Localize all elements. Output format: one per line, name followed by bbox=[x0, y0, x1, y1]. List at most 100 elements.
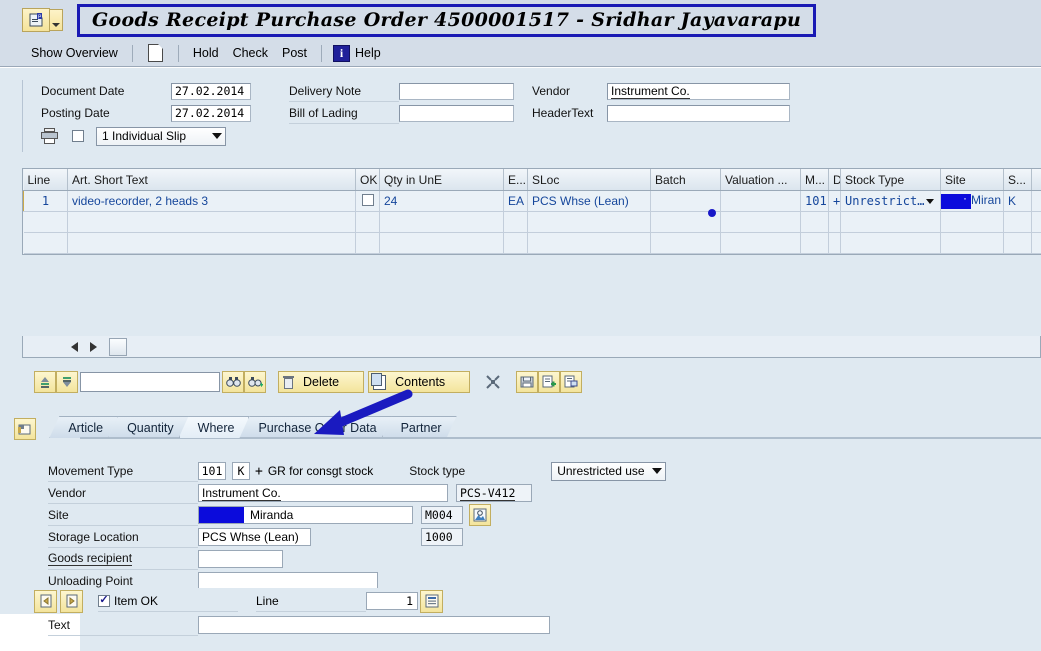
storage-location-field[interactable]: PCS Whse (Lean) bbox=[198, 528, 311, 546]
column-line[interactable]: Line bbox=[24, 169, 68, 191]
printer-icon[interactable] bbox=[41, 128, 58, 144]
row-site[interactable] bbox=[941, 212, 1004, 233]
column-batch[interactable]: Batch bbox=[651, 169, 721, 191]
column-stock-type[interactable]: Stock Type bbox=[841, 169, 941, 191]
nav-scroll-handle[interactable] bbox=[109, 338, 127, 356]
next-item-icon[interactable] bbox=[60, 590, 83, 613]
column-site[interactable]: Site bbox=[941, 169, 1004, 191]
row-s[interactable] bbox=[1004, 212, 1032, 233]
row-valuation[interactable] bbox=[721, 212, 801, 233]
row-short-text[interactable]: video-recorder, 2 heads 3 bbox=[68, 191, 356, 212]
row-ok-checkbox[interactable] bbox=[362, 194, 374, 206]
show-overview-button[interactable]: Show Overview bbox=[24, 44, 125, 62]
row-site[interactable]: Miran ... bbox=[941, 191, 1004, 212]
movement-type-special-field[interactable]: K bbox=[232, 462, 250, 480]
row-mvt[interactable]: 101 bbox=[801, 191, 829, 212]
tab-purchase-order-data[interactable]: Purchase Order Data bbox=[239, 416, 391, 438]
line-details-icon[interactable] bbox=[420, 590, 443, 613]
line-input[interactable]: 1 bbox=[366, 592, 418, 610]
movement-type-field[interactable]: 101 bbox=[198, 462, 226, 480]
column-art-short-text[interactable]: Art. Short Text bbox=[68, 169, 356, 191]
location-picker-icon[interactable] bbox=[469, 504, 491, 526]
column-sloc[interactable]: SLoc bbox=[528, 169, 651, 191]
column-overflow[interactable] bbox=[1032, 169, 1041, 191]
row-qty[interactable] bbox=[380, 212, 504, 233]
row-d[interactable] bbox=[829, 212, 841, 233]
row-stock-type[interactable] bbox=[841, 212, 941, 233]
goods-recipient-field[interactable] bbox=[198, 550, 283, 568]
storage-location-code-field[interactable]: 1000 bbox=[421, 528, 463, 546]
nav-left-icon[interactable] bbox=[71, 342, 78, 352]
save-icon[interactable] bbox=[516, 371, 538, 393]
delivery-note-field[interactable] bbox=[399, 83, 514, 100]
help-button[interactable]: i Help bbox=[329, 43, 388, 64]
text-field[interactable] bbox=[198, 616, 550, 634]
sort-descending-icon[interactable] bbox=[56, 371, 78, 393]
item-ok-checkbox[interactable] bbox=[98, 595, 110, 607]
stock-type-select[interactable]: Unrestricted use bbox=[551, 462, 666, 481]
item-ok-control[interactable]: Item OK bbox=[98, 591, 238, 612]
row-sloc[interactable] bbox=[528, 233, 651, 254]
row-ok-cell[interactable] bbox=[356, 191, 380, 212]
row-ok-cell[interactable] bbox=[356, 212, 380, 233]
hold-button[interactable]: Hold bbox=[186, 44, 226, 62]
row-stock-type[interactable] bbox=[841, 233, 941, 254]
row-overflow[interactable] bbox=[1032, 191, 1041, 212]
column-d[interactable]: D bbox=[829, 169, 841, 191]
column-unit[interactable]: E... bbox=[504, 169, 528, 191]
row-qty[interactable] bbox=[380, 233, 504, 254]
vendor-field[interactable]: Instrument Co. bbox=[607, 83, 790, 100]
nav-right-icon[interactable] bbox=[90, 342, 97, 352]
search-input[interactable] bbox=[80, 372, 220, 392]
details-flag-icon[interactable] bbox=[14, 418, 36, 440]
row-site[interactable] bbox=[941, 233, 1004, 254]
row-line-number[interactable] bbox=[24, 233, 68, 254]
column-ok[interactable]: OK bbox=[356, 169, 380, 191]
row-unit[interactable] bbox=[504, 212, 528, 233]
posting-date-field[interactable]: 27.02.2014 bbox=[171, 105, 251, 122]
row-valuation[interactable] bbox=[721, 233, 801, 254]
detail-site-field[interactable]: Miranda bbox=[198, 506, 413, 524]
row-stock-type[interactable]: Unrestrict… bbox=[841, 191, 941, 212]
row-overflow[interactable] bbox=[1032, 233, 1041, 254]
chevron-down-icon[interactable] bbox=[50, 9, 63, 31]
layout-settings-icon[interactable] bbox=[560, 371, 582, 393]
column-qty-in-une[interactable]: Qty in UnE bbox=[380, 169, 504, 191]
row-d[interactable]: + bbox=[829, 191, 841, 212]
sort-ascending-icon[interactable] bbox=[34, 371, 56, 393]
header-text-field[interactable] bbox=[607, 105, 790, 122]
row-sloc[interactable] bbox=[528, 212, 651, 233]
column-mvt[interactable]: M... bbox=[801, 169, 829, 191]
tab-quantity[interactable]: Quantity bbox=[108, 416, 189, 438]
tab-where[interactable]: Where bbox=[179, 416, 250, 438]
row-unit[interactable]: EA bbox=[504, 191, 528, 212]
expand-collapse-icon[interactable] bbox=[482, 371, 504, 393]
delete-button[interactable]: Delete bbox=[278, 371, 364, 393]
table-row[interactable] bbox=[24, 233, 1041, 254]
row-d[interactable] bbox=[829, 233, 841, 254]
find-icon[interactable] bbox=[222, 371, 244, 393]
row-valuation[interactable] bbox=[721, 191, 801, 212]
row-s[interactable]: K bbox=[1004, 191, 1032, 212]
sap-document-icon[interactable]: P bbox=[22, 8, 50, 32]
bill-of-lading-field[interactable] bbox=[399, 105, 514, 122]
document-date-field[interactable]: 27.02.2014 bbox=[171, 83, 251, 100]
row-sloc[interactable]: PCS Whse (Lean) bbox=[528, 191, 651, 212]
row-ok-cell[interactable] bbox=[356, 233, 380, 254]
print-slip-select[interactable]: 1 Individual Slip bbox=[96, 127, 226, 146]
tab-partner[interactable]: Partner bbox=[382, 416, 457, 438]
row-s[interactable] bbox=[1004, 233, 1032, 254]
check-button[interactable]: Check bbox=[226, 44, 275, 62]
site-code-field[interactable]: M004 bbox=[421, 506, 463, 524]
print-checkbox[interactable] bbox=[72, 130, 84, 142]
row-overflow[interactable] bbox=[1032, 212, 1041, 233]
post-button[interactable]: Post bbox=[275, 44, 314, 62]
row-qty[interactable]: 24 bbox=[380, 191, 504, 212]
row-short-text[interactable] bbox=[68, 233, 356, 254]
find-next-icon[interactable] bbox=[244, 371, 266, 393]
table-row[interactable] bbox=[24, 212, 1041, 233]
detail-vendor-field[interactable]: Instrument Co. bbox=[198, 484, 448, 502]
row-batch[interactable] bbox=[651, 233, 721, 254]
column-s[interactable]: S... bbox=[1004, 169, 1032, 191]
add-entry-icon[interactable] bbox=[538, 371, 560, 393]
